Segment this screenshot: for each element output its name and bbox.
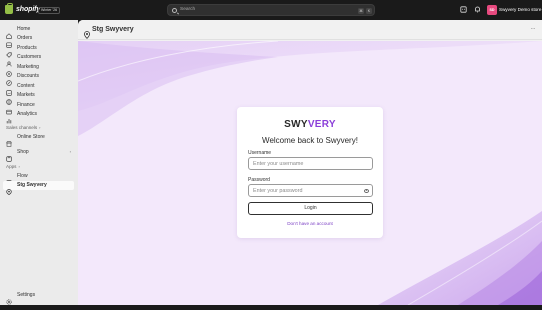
chevron-right-icon[interactable]: › [70,149,71,154]
search-placeholder: Search [180,7,196,12]
sidebar-item-label: Discounts [17,73,39,79]
sidebar-item-label: Products [17,44,37,51]
store-name[interactable]: Swyvery Demo store [499,7,541,12]
sidebar-item-label: Content [17,82,35,89]
command-key-hint: ⌘ [358,7,364,14]
sidebar-item-label: Finance [17,101,35,108]
brand-part-1: SWY [284,119,308,130]
username-placeholder: Enter your username [253,161,304,167]
customers-icon [6,54,12,67]
flow-icon [6,173,12,186]
marketing-icon [6,64,12,77]
chevron-right-icon: › [39,125,41,130]
sidebar-item-stg-swyvery[interactable]: Stg Swyvery [3,180,74,196]
top-bar: shopify Winter '26 Search ⌘ K SD Swyvery… [0,0,542,20]
swyvery-logo-icon [84,26,90,39]
notifications-bell-icon[interactable] [474,6,481,13]
shopify-logo[interactable]: shopify [5,3,41,14]
app-canvas: SWYVERY Welcome back to Swyvery! Usernam… [78,41,542,305]
sidebar-item-label: Stg Swyvery [17,182,47,188]
sidebar-item-label: Shop [17,148,29,155]
brand-part-2: VERY [307,119,336,130]
sidebar-item-orders[interactable]: Orders [3,34,74,48]
page-title: Stg Swyvery [92,26,134,33]
sidebar-item-online-store[interactable]: Online Store [3,132,74,147]
swyvery-app-icon [6,182,12,196]
sidebar-item-customers[interactable]: Customers [3,53,74,67]
signup-link[interactable]: Don't have an account [237,221,383,226]
sidebar-item-settings[interactable]: Settings [3,290,74,305]
username-field[interactable]: Enter your username [248,157,373,170]
sidebar-item-label: Settings [17,291,36,298]
store-avatar[interactable]: SD [487,5,497,15]
sidebar-item-label: Home [17,25,31,32]
sidebar-item-label: Customers [17,54,42,60]
password-label: Password [248,177,270,183]
sidebar-item-products[interactable]: Products [3,43,74,58]
eye-icon[interactable] [364,188,369,193]
main-content: Stg Swyvery ··· SWYVERY Welcome back to … [78,20,542,305]
shop-icon [6,149,12,162]
sidebar-item-flow[interactable]: Flow [3,171,74,186]
username-label: Username [248,150,272,156]
gear-icon [6,292,12,305]
apps-label: Apps [6,164,17,169]
sidebar-item-discounts[interactable]: Discounts [3,72,74,86]
password-placeholder: Enter your password [253,188,303,194]
sidebar-item-label: Orders [17,35,33,41]
sidebar-item-marketing[interactable]: Marketing [3,62,74,77]
sidebar-item-markets[interactable]: Markets [3,91,74,105]
sidebar-item-label: Analytics [17,111,38,117]
sales-channels-heading[interactable]: Sales channels › [6,125,41,130]
sidebar-item-finance[interactable]: Finance [3,100,74,114]
swyvery-brand: SWYVERY [237,119,383,130]
sidebar-item-shop[interactable]: Shop › [3,147,74,162]
k-key-hint: K [366,7,372,14]
search-icon [172,8,177,13]
apps-heading[interactable]: Apps › [6,164,20,169]
sidebar-item-analytics[interactable]: Analytics [3,110,74,124]
markets-icon [6,92,12,105]
login-card: SWYVERY Welcome back to Swyvery! Usernam… [237,107,383,238]
sidebar-item-label: Online Store [17,133,45,140]
orders-icon [6,35,12,48]
store-icon [6,134,12,147]
sales-channels-label: Sales channels [6,125,38,130]
sidebar-item-home[interactable]: Home [3,24,74,39]
sidebar-item-label: Markets [17,92,35,98]
sidebar-item-content[interactable]: Content [3,81,74,96]
more-options-icon[interactable]: ··· [531,26,536,32]
analytics-icon [6,111,12,124]
app-header: Stg Swyvery ··· [78,20,542,40]
products-icon [6,45,12,58]
sidebar-item-label: Flow [17,172,28,179]
finance-icon [6,102,12,114]
sidekick-icon[interactable] [460,6,467,13]
sidebar-item-label: Marketing [17,63,39,70]
content-icon [6,83,12,96]
home-icon [6,26,12,39]
chevron-right-icon: › [18,164,20,169]
sidebar: Home Orders Products Customers Marketing… [0,20,78,305]
welcome-heading: Welcome back to Swyvery! [262,136,358,145]
search-bar[interactable]: Search ⌘ K [167,4,375,16]
edition-badge: Winter '26 [38,7,61,14]
shopify-wordmark: shopify [16,6,41,13]
shopify-bag-icon [5,3,13,14]
password-field[interactable]: Enter your password [248,184,373,197]
login-button[interactable]: Login [248,202,373,215]
discounts-icon [6,73,12,86]
